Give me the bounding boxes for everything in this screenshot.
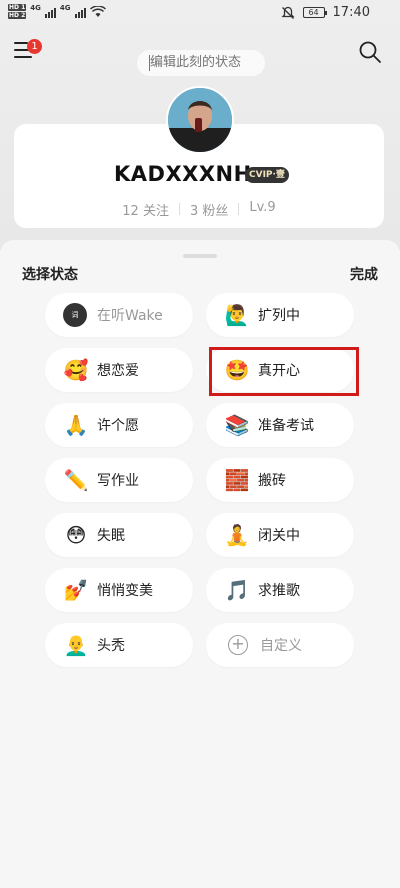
selection-highlight [209, 347, 359, 396]
music-note-icon: 词 [63, 303, 87, 327]
status-sheet [0, 240, 400, 888]
avatar-image [168, 88, 232, 152]
state-option-exam[interactable]: 📚 准备考试 [206, 403, 354, 447]
state-label: 想恋爱 [97, 363, 139, 379]
flushed-face-icon: 😳 [65, 523, 87, 547]
state-label: 悄悄变美 [97, 583, 153, 599]
vip-badge[interactable]: CVIP·壹 [245, 167, 289, 183]
bald-man-icon: 👨‍🦲 [63, 633, 89, 657]
search-icon[interactable] [358, 40, 382, 64]
menu-icon [14, 42, 28, 44]
network-type-1: 4G [30, 4, 41, 12]
signal-icon-2 [74, 6, 86, 18]
state-label: 闭关中 [258, 528, 300, 544]
state-label: 搬砖 [258, 473, 286, 489]
status-right: 64 17:40 [280, 5, 370, 20]
state-option-want-love[interactable]: 🥰 想恋爱 [45, 348, 193, 392]
state-option-song-request[interactable]: 🎵 求推歌 [206, 568, 354, 612]
sim2-label: HD 2 [8, 12, 27, 19]
state-option-custom[interactable]: + 自定义 [206, 623, 354, 667]
state-label: 在听Wake [97, 308, 163, 324]
state-option-insomnia[interactable]: 😳 失眠 [45, 513, 193, 557]
state-label: 许个愿 [97, 418, 139, 434]
state-label: 失眠 [97, 528, 125, 544]
text-cursor [149, 55, 150, 71]
notification-badge: 1 [27, 39, 42, 54]
brick-icon: 🧱 [224, 468, 250, 492]
state-option-working[interactable]: 🧱 搬砖 [206, 458, 354, 502]
state-label: 扩列中 [258, 308, 300, 324]
state-label: 头秃 [97, 638, 125, 654]
level-label[interactable]: Lv.9 [239, 200, 285, 219]
books-icon: 📚 [224, 413, 250, 437]
state-label: 求推歌 [258, 583, 300, 599]
status-bar: HD 1 HD 2 4G 4G 64 17:40 [0, 0, 400, 28]
state-option-listening[interactable]: 词 在听Wake [45, 293, 193, 337]
meditation-icon: 🧘 [224, 523, 250, 547]
wifi-icon [89, 6, 106, 17]
state-label: 自定义 [260, 638, 302, 654]
state-label: 准备考试 [258, 418, 314, 434]
sheet-title: 选择状态 [22, 267, 78, 283]
sheet-handle[interactable] [183, 254, 217, 258]
username: KADXXXNH [114, 162, 252, 186]
state-option-bald[interactable]: 👨‍🦲 头秃 [45, 623, 193, 667]
avatar[interactable] [166, 86, 234, 154]
battery-icon: 64 [302, 7, 327, 18]
plus-circle-icon: + [228, 635, 248, 655]
waving-person-icon: 🙋‍♂️ [224, 303, 250, 327]
musical-note-icon: 🎵 [224, 578, 250, 602]
folded-hands-icon: 🙏 [63, 413, 89, 437]
done-button[interactable]: 完成 [350, 264, 378, 284]
signal-icon [44, 6, 56, 18]
state-label: 写作业 [97, 473, 139, 489]
state-option-retreat[interactable]: 🧘 闭关中 [206, 513, 354, 557]
status-input[interactable] [137, 50, 265, 76]
follows-count[interactable]: 12 关注 [112, 200, 179, 219]
sim-indicators: HD 1 HD 2 [8, 4, 27, 20]
state-option-beautify[interactable]: 💅 悄悄变美 [45, 568, 193, 612]
signal-group: HD 1 HD 2 4G 4G [8, 4, 106, 20]
nail-polish-icon: 💅 [63, 578, 89, 602]
state-option-wish[interactable]: 🙏 许个愿 [45, 403, 193, 447]
fans-count[interactable]: 3 粉丝 [180, 200, 238, 219]
state-option-make-friends[interactable]: 🙋‍♂️ 扩列中 [206, 293, 354, 337]
clock: 17:40 [332, 5, 370, 20]
sim1-label: HD 1 [8, 4, 27, 11]
network-type-2: 4G [59, 4, 71, 12]
mute-bell-icon [280, 6, 295, 19]
state-option-homework[interactable]: ✏️ 写作业 [45, 458, 193, 502]
profile-stats: 12 关注 3 粉丝 Lv.9 [14, 200, 384, 219]
pencil-icon: ✏️ [63, 468, 89, 492]
smiling-face-with-hearts-icon: 🥰 [63, 358, 89, 382]
